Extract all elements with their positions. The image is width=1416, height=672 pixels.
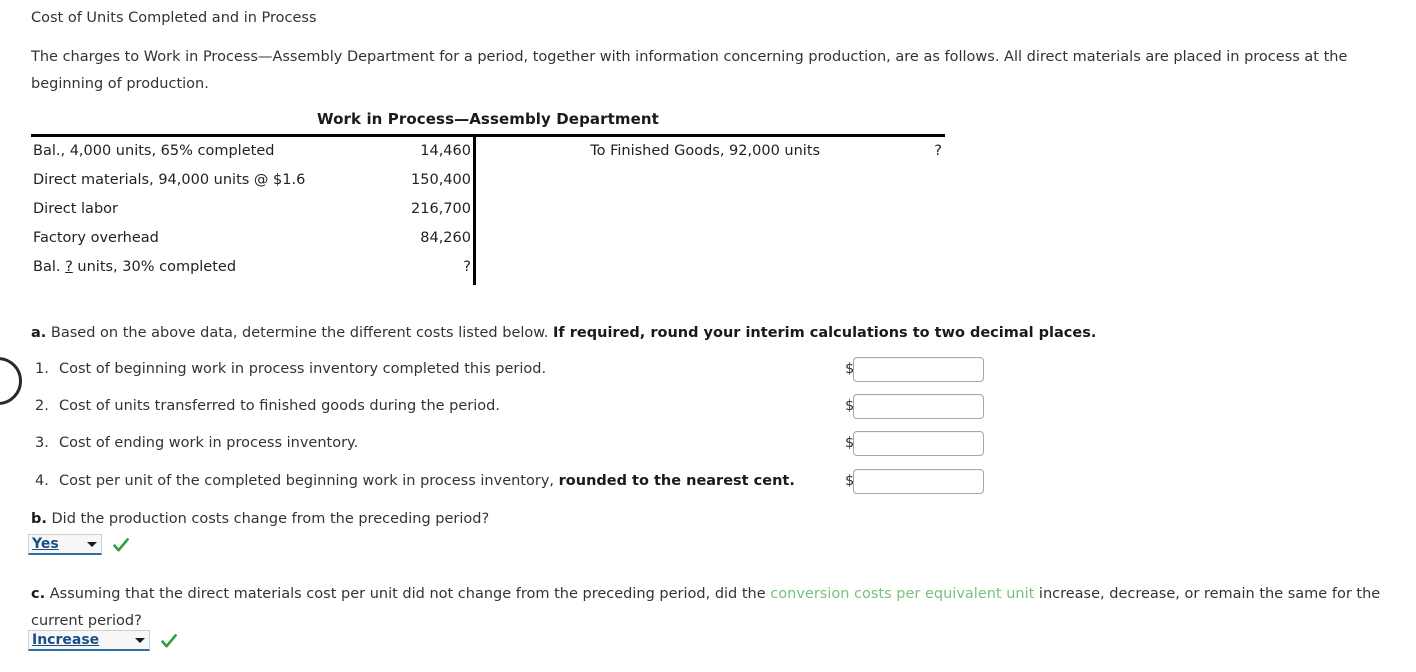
- chevron-down-icon: [87, 542, 97, 547]
- ending-balance-prefix: Bal.: [33, 259, 66, 275]
- question-c-highlighted-term: conversion costs per equivalent unit: [770, 586, 1035, 602]
- question-a-prompt: a. Based on the above data, determine th…: [31, 323, 1401, 343]
- debit-label: Direct labor: [33, 201, 118, 217]
- table-row: Factory overhead 84,260: [31, 224, 473, 253]
- ending-balance-unknown-units: ?: [65, 259, 73, 275]
- question-c-dropdown[interactable]: Increase: [28, 630, 150, 651]
- question-b-text: Did the production costs change from the…: [51, 511, 490, 527]
- table-row: Direct materials, 94,000 units @ $1.6 15…: [31, 166, 473, 195]
- question-b-answer-row: Yes: [28, 534, 130, 555]
- list-item: 2. Cost of units transferred to finished…: [31, 394, 1031, 431]
- question-c-prompt: c. Assuming that the direct materials co…: [31, 581, 1403, 635]
- work-in-process-t-account: Work in Process—Assembly Department Bal.…: [31, 110, 945, 285]
- question-b-dropdown[interactable]: Yes: [28, 534, 102, 555]
- item-text: Cost per unit of the completed beginning…: [59, 473, 795, 489]
- list-item: 3. Cost of ending work in process invent…: [31, 431, 1031, 468]
- correct-check-icon: [112, 536, 130, 554]
- chevron-down-icon: [135, 638, 145, 643]
- debit-label: Direct materials, 94,000 units @ $1.6: [33, 172, 306, 188]
- credit-label: To Finished Goods, 92,000 units: [590, 143, 821, 159]
- item-index: 2.: [35, 398, 49, 415]
- debit-label: Factory overhead: [33, 230, 159, 246]
- table-row: Bal., 4,000 units, 65% completed 14,460: [31, 137, 473, 166]
- item-text: Cost of units transferred to finished go…: [59, 398, 500, 414]
- cost-input-4[interactable]: [853, 468, 984, 494]
- list-item: 1. Cost of beginning work in process inv…: [31, 357, 1031, 394]
- question-c-label: c.: [31, 586, 46, 602]
- ending-balance-amount: ?: [463, 259, 471, 275]
- question-b-prompt: b. Did the production costs change from …: [31, 511, 489, 527]
- debit-amount: 216,700: [411, 201, 471, 217]
- question-b-selected-value: Yes: [32, 536, 59, 552]
- t-account-debit-side: Bal., 4,000 units, 65% completed 14,460 …: [31, 137, 473, 282]
- item-text-plain: Cost of units transferred to finished go…: [59, 398, 500, 415]
- table-row: Direct labor 216,700: [31, 195, 473, 224]
- question-c-text-before: Assuming that the direct materials cost …: [49, 586, 766, 602]
- item-text-bold: rounded to the nearest cent.: [558, 472, 795, 489]
- debit-amount: 14,460: [420, 143, 471, 159]
- item-text-plain: Cost of ending work in process inventory…: [59, 435, 359, 452]
- table-row: Bal. ? units, 30% completed ?: [31, 253, 473, 282]
- t-account-body: Bal., 4,000 units, 65% completed 14,460 …: [31, 134, 945, 285]
- question-b-label: b.: [31, 511, 47, 527]
- debit-amount: 150,400: [411, 172, 471, 188]
- debit-label: Bal., 4,000 units, 65% completed: [33, 143, 275, 159]
- item-text: Cost of ending work in process inventory…: [59, 435, 358, 451]
- item-text-plain: Cost per unit of the completed beginning…: [59, 472, 555, 489]
- question-c-answer-row: Increase: [28, 630, 178, 651]
- question-a-items: 1. Cost of beginning work in process inv…: [31, 357, 1031, 506]
- item-index: 3.: [35, 435, 49, 452]
- ending-balance-label: Bal. ? units, 30% completed: [31, 253, 463, 282]
- debit-amount: 84,260: [420, 230, 471, 246]
- cost-input-3[interactable]: [853, 431, 984, 457]
- correct-check-icon: [160, 632, 178, 650]
- cost-input-2[interactable]: [853, 394, 984, 420]
- intro-paragraph: The charges to Work in Process—Assembly …: [31, 49, 1348, 92]
- item-index: 4.: [35, 472, 49, 489]
- list-item: 4. Cost per unit of the completed beginn…: [31, 468, 1031, 506]
- item-index: 1.: [35, 361, 49, 377]
- table-row: To Finished Goods, 92,000 units ?: [476, 137, 945, 166]
- t-account-title: Work in Process—Assembly Department: [317, 110, 659, 128]
- page-edge-circle-artifact: [0, 357, 22, 405]
- page-title: Cost of Units Completed and in Process: [31, 10, 317, 26]
- item-text: Cost of beginning work in process invent…: [59, 361, 546, 377]
- t-account-credit-side: To Finished Goods, 92,000 units ?: [476, 137, 945, 166]
- cost-input-1[interactable]: [853, 357, 984, 382]
- ending-balance-suffix: units, 30% completed: [72, 259, 237, 275]
- question-a-text: Based on the above data, determine the d…: [50, 325, 549, 341]
- question-a-bold-instruction: If required, round your interim calculat…: [553, 325, 1097, 341]
- credit-amount: ?: [934, 143, 942, 159]
- question-a-label: a.: [31, 325, 47, 341]
- item-text-plain: Cost of beginning work in process invent…: [59, 361, 547, 377]
- question-c-selected-value: Increase: [32, 632, 100, 648]
